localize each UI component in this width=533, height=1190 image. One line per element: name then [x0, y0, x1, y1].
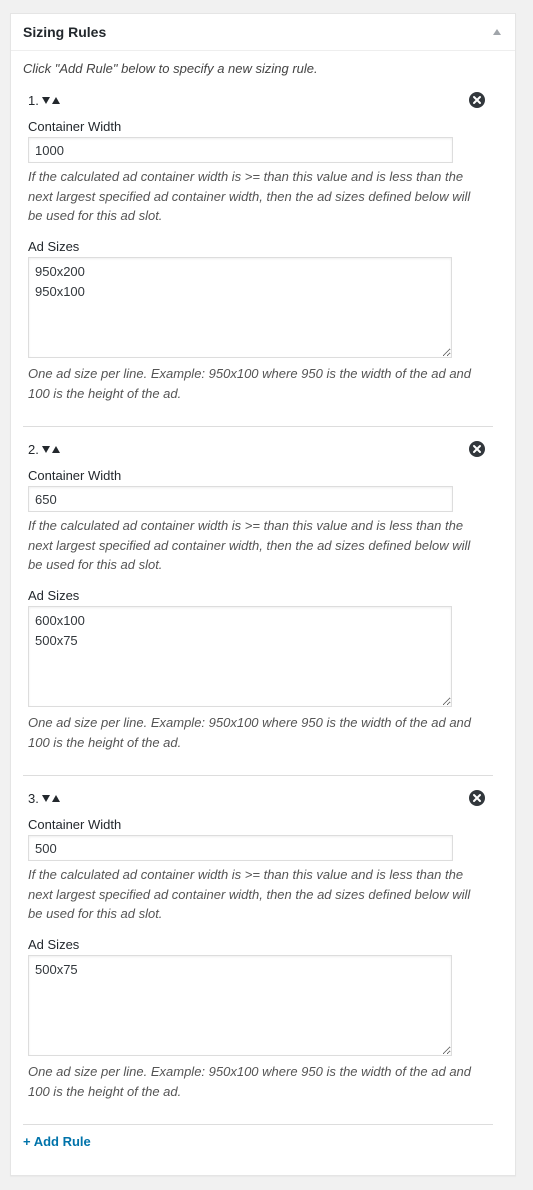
ad-sizes-description: One ad size per line. Example: 950x100 w…	[28, 715, 472, 750]
ad-sizes-description: One ad size per line. Example: 950x100 w…	[28, 366, 472, 401]
rule-number: 2.	[28, 442, 39, 457]
panel-header[interactable]: Sizing Rules	[11, 14, 515, 51]
rule-divider	[23, 1124, 493, 1125]
remove-rule-icon[interactable]	[469, 790, 485, 806]
sizing-rule: 3. Container Width If the calculated ad …	[11, 790, 515, 1121]
sizing-rule: 2. Container Width If the calculated ad …	[11, 441, 515, 772]
container-width-description: If the calculated ad container width is …	[28, 518, 471, 572]
ad-sizes-label: Ad Sizes	[28, 937, 80, 952]
sizing-rule: 1. Container Width If the calculated ad …	[11, 92, 515, 423]
remove-rule-icon[interactable]	[469, 92, 485, 108]
container-width-input[interactable]	[28, 137, 453, 163]
container-width-description: If the calculated ad container width is …	[28, 867, 471, 921]
reorder-arrows-icon[interactable]	[42, 96, 62, 105]
panel-title: Sizing Rules	[23, 24, 107, 40]
collapse-toggle-icon[interactable]	[493, 29, 501, 35]
reorder-arrows-icon[interactable]	[42, 794, 62, 803]
rule-divider	[23, 426, 493, 427]
reorder-arrows-icon[interactable]	[42, 445, 62, 454]
ad-sizes-textarea[interactable]: 600x100 500x75	[28, 606, 452, 707]
container-width-input[interactable]	[28, 835, 453, 861]
sizing-rules-panel: Sizing Rules Click "Add Rule" below to s…	[10, 13, 516, 1176]
ad-sizes-label: Ad Sizes	[28, 239, 80, 254]
ad-sizes-textarea[interactable]: 950x200 950x100	[28, 257, 452, 358]
ad-sizes-textarea[interactable]: 500x75	[28, 955, 452, 1056]
container-width-input[interactable]	[28, 486, 453, 512]
container-width-label: Container Width	[28, 468, 122, 483]
rule-number: 3.	[28, 791, 39, 806]
add-rule-link[interactable]: + Add Rule	[23, 1134, 91, 1150]
rule-number: 1.	[28, 93, 39, 108]
container-width-label: Container Width	[28, 817, 122, 832]
container-width-description: If the calculated ad container width is …	[28, 169, 471, 223]
container-width-label: Container Width	[28, 119, 122, 134]
remove-rule-icon[interactable]	[469, 441, 485, 457]
ad-sizes-description: One ad size per line. Example: 950x100 w…	[28, 1064, 472, 1099]
intro-text: Click "Add Rule" below to specify a new …	[23, 61, 318, 76]
rule-divider	[23, 775, 493, 776]
ad-sizes-label: Ad Sizes	[28, 588, 80, 603]
